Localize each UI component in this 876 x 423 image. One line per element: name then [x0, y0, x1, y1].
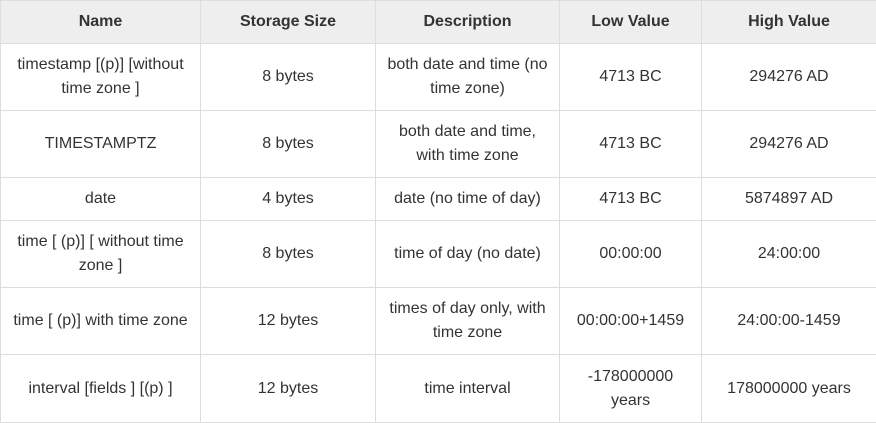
table-header: Name Storage Size Description Low Value … — [0, 0, 876, 44]
table-row: timestamp [(p)] [without time zone ] 8 b… — [0, 43, 876, 111]
cell-name: interval [fields ] [(p) ] — [0, 354, 201, 423]
table-body: timestamp [(p)] [without time zone ] 8 b… — [0, 43, 876, 423]
cell-low-value: 4713 BC — [559, 43, 702, 111]
cell-description: times of day only, with time zone — [375, 287, 560, 355]
cell-name: date — [0, 177, 201, 221]
cell-storage-size: 8 bytes — [200, 110, 376, 178]
cell-description: time interval — [375, 354, 560, 423]
table-row: time [ (p)] [ without time zone ] 8 byte… — [0, 220, 876, 288]
header-description: Description — [375, 0, 560, 44]
table-row: TIMESTAMPTZ 8 bytes both date and time, … — [0, 110, 876, 178]
cell-description: both date and time, with time zone — [375, 110, 560, 178]
cell-name: TIMESTAMPTZ — [0, 110, 201, 178]
cell-name: time [ (p)] with time zone — [0, 287, 201, 355]
cell-low-value: -178000000 years — [559, 354, 702, 423]
cell-description: both date and time (no time zone) — [375, 43, 560, 111]
header-high-value: High Value — [701, 0, 876, 44]
cell-high-value: 178000000 years — [701, 354, 876, 423]
table-row: interval [fields ] [(p) ] 12 bytes time … — [0, 354, 876, 423]
cell-description: date (no time of day) — [375, 177, 560, 221]
date-time-types-table: Name Storage Size Description Low Value … — [0, 0, 876, 423]
cell-storage-size: 8 bytes — [200, 43, 376, 111]
cell-storage-size: 12 bytes — [200, 354, 376, 423]
cell-description: time of day (no date) — [375, 220, 560, 288]
cell-high-value: 5874897 AD — [701, 177, 876, 221]
header-low-value: Low Value — [559, 0, 702, 44]
cell-low-value: 4713 BC — [559, 110, 702, 178]
cell-storage-size: 12 bytes — [200, 287, 376, 355]
header-storage-size: Storage Size — [200, 0, 376, 44]
cell-high-value: 294276 AD — [701, 43, 876, 111]
cell-high-value: 24:00:00-1459 — [701, 287, 876, 355]
cell-high-value: 24:00:00 — [701, 220, 876, 288]
cell-low-value: 4713 BC — [559, 177, 702, 221]
cell-high-value: 294276 AD — [701, 110, 876, 178]
cell-low-value: 00:00:00+1459 — [559, 287, 702, 355]
cell-low-value: 00:00:00 — [559, 220, 702, 288]
cell-storage-size: 8 bytes — [200, 220, 376, 288]
table-row: time [ (p)] with time zone 12 bytes time… — [0, 287, 876, 355]
cell-storage-size: 4 bytes — [200, 177, 376, 221]
table-row: date 4 bytes date (no time of day) 4713 … — [0, 177, 876, 221]
cell-name: timestamp [(p)] [without time zone ] — [0, 43, 201, 111]
cell-name: time [ (p)] [ without time zone ] — [0, 220, 201, 288]
header-row: Name Storage Size Description Low Value … — [0, 0, 876, 44]
header-name: Name — [0, 0, 201, 44]
